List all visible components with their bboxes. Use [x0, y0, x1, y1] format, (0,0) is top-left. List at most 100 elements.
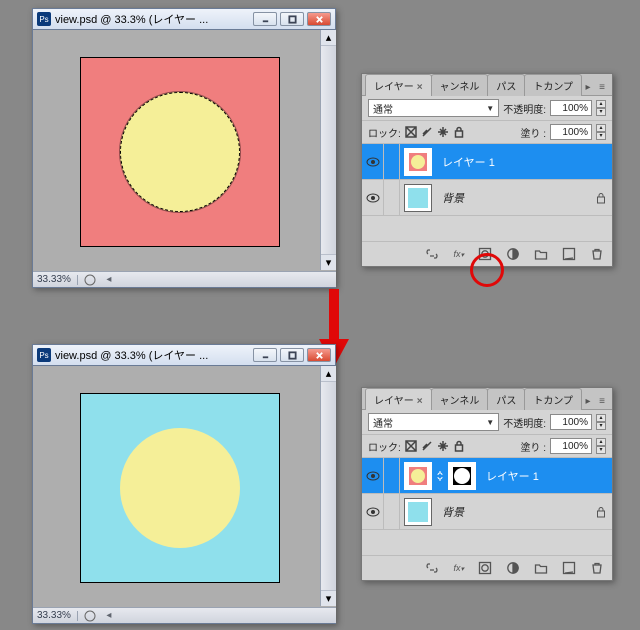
new-group-icon[interactable]: [534, 247, 548, 261]
panel-collapse-icon[interactable]: ▸: [581, 394, 595, 409]
opacity-value[interactable]: 100%: [550, 100, 592, 116]
blend-mode-select[interactable]: 通常▼: [368, 413, 499, 431]
delete-layer-icon[interactable]: [590, 247, 604, 261]
scroll-down-icon[interactable]: ▾: [321, 590, 336, 606]
scroll-up-icon[interactable]: ▴: [321, 366, 336, 382]
maximize-button[interactable]: [280, 348, 304, 362]
panel-menu-icon[interactable]: ≡: [595, 394, 609, 409]
close-button[interactable]: [307, 12, 331, 26]
lock-position-icon[interactable]: [437, 126, 449, 138]
blend-opacity-row: 通常▼ 不透明度: 100% ▴▾: [362, 410, 612, 435]
layer-row[interactable]: レイヤー 1: [362, 144, 612, 180]
vertical-scrollbar[interactable]: ▴ ▾: [320, 366, 336, 606]
layer-list: レイヤー 1 背景: [362, 144, 612, 242]
app-icon: Ps: [37, 348, 51, 362]
scroll-left-icon[interactable]: ◂: [102, 610, 116, 621]
opacity-label: 不透明度:: [503, 101, 546, 116]
fill-stepper[interactable]: ▴▾: [596, 438, 606, 454]
layer-style-icon[interactable]: fx▾: [453, 563, 464, 573]
panel-collapse-icon[interactable]: ▸: [581, 80, 595, 95]
layer-mask-thumbnail[interactable]: [448, 462, 476, 490]
selection-circle: [120, 92, 240, 212]
fill-label: 塗り :: [520, 439, 546, 454]
new-group-icon[interactable]: [534, 561, 548, 575]
canvas-area[interactable]: [39, 372, 320, 603]
layer-name[interactable]: 背景: [436, 504, 590, 520]
layer-row[interactable]: 背景: [362, 494, 612, 530]
layer-name[interactable]: レイヤー 1: [436, 154, 612, 170]
vertical-scrollbar[interactable]: ▴ ▾: [320, 30, 336, 270]
layer-thumbnail[interactable]: [404, 462, 432, 490]
lock-all-icon[interactable]: [453, 126, 465, 138]
mask-link-icon[interactable]: [436, 469, 444, 483]
titlebar[interactable]: Ps view.psd @ 33.3% (レイヤー ...: [32, 8, 336, 30]
lock-pixels-icon[interactable]: [421, 126, 433, 138]
panel-menu-icon[interactable]: ≡: [595, 80, 609, 95]
tab-close-icon[interactable]: ×: [417, 396, 423, 407]
lock-icon: [590, 192, 612, 204]
scroll-down-icon[interactable]: ▾: [321, 254, 336, 270]
lock-transparent-icon[interactable]: [405, 440, 417, 452]
tab-channels[interactable]: ャンネル: [431, 388, 489, 410]
layers-panel-before: レイヤー× ャンネル パス トカンプ ▸ ≡ 通常▼ 不透明度: 100% ▴▾…: [361, 73, 613, 267]
link-layers-icon[interactable]: [425, 561, 439, 575]
scroll-up-icon[interactable]: ▴: [321, 30, 336, 46]
maximize-button[interactable]: [280, 12, 304, 26]
layer-name[interactable]: 背景: [436, 190, 590, 206]
canvas-after: [80, 393, 280, 583]
layer-thumbnail[interactable]: [404, 184, 432, 212]
minimize-button[interactable]: [253, 12, 277, 26]
visibility-toggle[interactable]: [362, 144, 384, 179]
new-layer-icon[interactable]: [562, 561, 576, 575]
titlebar[interactable]: Ps view.psd @ 33.3% (レイヤー ...: [32, 344, 336, 366]
lock-pixels-icon[interactable]: [421, 440, 433, 452]
canvas-area[interactable]: [39, 36, 320, 267]
adjustment-layer-icon[interactable]: [506, 561, 520, 575]
opacity-value[interactable]: 100%: [550, 414, 592, 430]
adjustment-layer-icon[interactable]: [506, 247, 520, 261]
new-layer-icon[interactable]: [562, 247, 576, 261]
visibility-toggle[interactable]: [362, 458, 384, 493]
tab-channels[interactable]: ャンネル: [431, 74, 489, 96]
layer-row[interactable]: 背景: [362, 180, 612, 216]
opacity-stepper[interactable]: ▴▾: [596, 414, 606, 430]
link-layers-icon[interactable]: [425, 247, 439, 261]
tab-paths[interactable]: パス: [487, 74, 525, 96]
scroll-left-icon[interactable]: ◂: [102, 274, 116, 285]
document-window-after: Ps view.psd @ 33.3% (レイヤー ... ▴ ▾ 33.33%…: [32, 344, 336, 624]
tab-layer-comps[interactable]: トカンプ: [524, 74, 582, 96]
layers-panel-after: レイヤー× ャンネル パス トカンプ ▸ ≡ 通常▼ 不透明度: 100% ▴▾…: [361, 387, 613, 581]
fill-value[interactable]: 100%: [550, 438, 592, 454]
annotation-highlight-circle: [470, 253, 504, 287]
layer-thumbnail[interactable]: [404, 148, 432, 176]
tab-layers[interactable]: レイヤー×: [365, 388, 432, 410]
delete-layer-icon[interactable]: [590, 561, 604, 575]
layer-style-icon[interactable]: fx▾: [453, 249, 464, 259]
status-bar: 33.33% ◂: [33, 271, 336, 287]
visibility-toggle[interactable]: [362, 494, 384, 529]
opacity-label: 不透明度:: [503, 415, 546, 430]
tab-layer-comps[interactable]: トカンプ: [524, 388, 582, 410]
blend-mode-select[interactable]: 通常▼: [368, 99, 499, 117]
layer-name[interactable]: レイヤー 1: [480, 468, 612, 484]
add-mask-icon[interactable]: [478, 561, 492, 575]
lock-position-icon[interactable]: [437, 440, 449, 452]
tab-paths[interactable]: パス: [487, 388, 525, 410]
layer-thumbnail[interactable]: [404, 498, 432, 526]
minimize-button[interactable]: [253, 348, 277, 362]
close-button[interactable]: [307, 348, 331, 362]
lock-all-icon[interactable]: [453, 440, 465, 452]
fill-value[interactable]: 100%: [550, 124, 592, 140]
blend-opacity-row: 通常▼ 不透明度: 100% ▴▾: [362, 96, 612, 121]
lock-icon: [590, 506, 612, 518]
layer-row[interactable]: レイヤー 1: [362, 458, 612, 494]
panel-tab-bar: レイヤー× ャンネル パス トカンプ ▸ ≡: [362, 74, 612, 96]
tab-close-icon[interactable]: ×: [417, 82, 423, 93]
fill-stepper[interactable]: ▴▾: [596, 124, 606, 140]
visibility-toggle[interactable]: [362, 180, 384, 215]
document-window-before: Ps view.psd @ 33.3% (レイヤー ... ▴ ▾ 33.33%…: [32, 8, 336, 288]
lock-transparent-icon[interactable]: [405, 126, 417, 138]
tab-layers[interactable]: レイヤー×: [365, 74, 432, 96]
opacity-stepper[interactable]: ▴▾: [596, 100, 606, 116]
status-bar: 33.33% ◂: [33, 607, 336, 623]
